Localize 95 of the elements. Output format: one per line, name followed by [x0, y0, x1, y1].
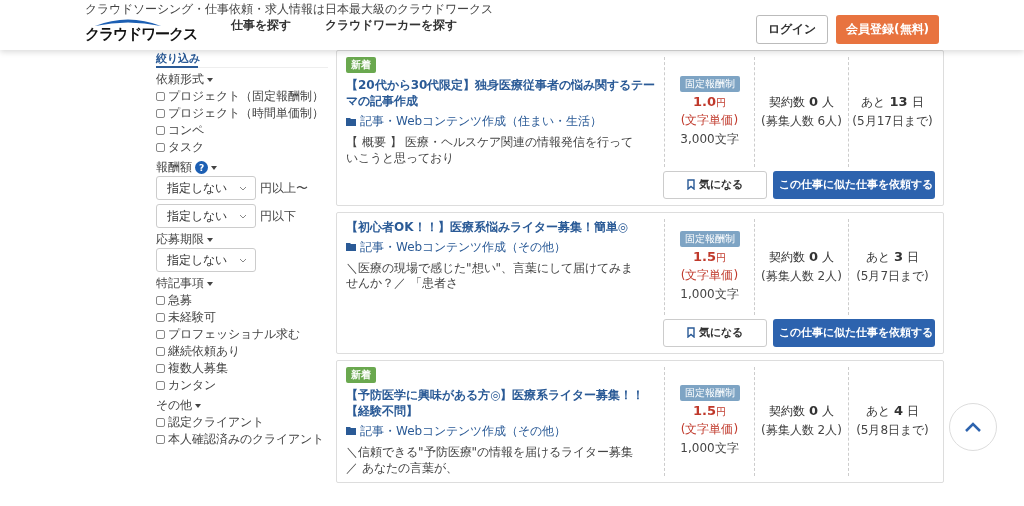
- job-title[interactable]: 【予防医学に興味がある方◎】医療系ライター募集！！【経験不問】: [346, 386, 658, 419]
- filter-checkbox[interactable]: 急募: [156, 292, 328, 309]
- filter-section-title[interactable]: 応募期限: [156, 231, 204, 248]
- category-link[interactable]: 記事・Webコンテンツ作成（その他）: [360, 238, 567, 256]
- filter-checkbox[interactable]: 未経験可: [156, 309, 328, 326]
- caret-icon[interactable]: [207, 237, 213, 242]
- site-tagline: クラウドソーシング・仕事依頼・求人情報は日本最大級のクラウドワークス: [85, 1, 493, 18]
- checkbox[interactable]: [156, 418, 165, 427]
- word-count: 1,000文字: [680, 440, 739, 458]
- checkbox[interactable]: [156, 435, 165, 444]
- contract-count: 契約数 0 人: [768, 93, 834, 111]
- deadline-date: (5月8日まで): [856, 422, 929, 440]
- category-link[interactable]: 記事・Webコンテンツ作成（その他）: [360, 422, 567, 440]
- arc-icon: [93, 17, 163, 27]
- contract-count: 契約数 0 人: [768, 403, 834, 421]
- filter-checkbox[interactable]: コンペ: [156, 122, 328, 139]
- filter-checkbox[interactable]: 複数人募集: [156, 360, 328, 377]
- select-dropdown[interactable]: 指定しない: [156, 248, 256, 272]
- pay-type-tag: 固定報酬制: [679, 230, 740, 247]
- filter-section-title[interactable]: 報酬額: [156, 159, 192, 176]
- chevron-down-icon: [239, 185, 247, 191]
- contract-count: 契約数 0 人: [768, 248, 834, 266]
- new-badge: 新着: [346, 57, 376, 73]
- job-summary: ＼医療の現場で感じた"想い"、言葉にして届けてみませんか？／ 「患者さ: [346, 260, 635, 292]
- chevron-down-icon: [239, 213, 247, 219]
- recruit-count: (募集人数 2人): [761, 267, 842, 285]
- filter-section-title[interactable]: その他: [156, 397, 192, 414]
- word-count: 3,000文字: [680, 130, 739, 148]
- folder-icon: [346, 427, 356, 436]
- bookmark-button[interactable]: 気になる: [663, 170, 767, 199]
- site-logo[interactable]: クラウドワークス: [85, 17, 197, 44]
- new-badge: 新着: [346, 366, 376, 383]
- request-similar-button[interactable]: この仕事に似た仕事を依頼する: [773, 318, 935, 347]
- nav-link[interactable]: 仕事を探す: [231, 17, 291, 34]
- job-title[interactable]: 【初心者OK！！】医療系悩みライター募集！簡単◎: [346, 218, 658, 235]
- checkbox[interactable]: [156, 364, 165, 373]
- price: 1.5円: [693, 403, 726, 420]
- request-similar-button[interactable]: この仕事に似た仕事を依頼する: [773, 170, 935, 199]
- days-remaining: あと 4 日: [865, 403, 919, 421]
- deadline-date: (5月17日まで): [852, 112, 933, 130]
- unit-label: 円以下: [260, 207, 296, 225]
- deadline-date: (5月7日まで): [856, 267, 929, 285]
- price: 1.5円: [693, 248, 726, 265]
- filter-section-title[interactable]: 特記事項: [156, 275, 204, 292]
- word-count: 1,000文字: [680, 285, 739, 303]
- checkbox[interactable]: [156, 330, 165, 339]
- price-note: (文字単価): [680, 421, 739, 439]
- recruit-count: (募集人数 2人): [761, 422, 842, 440]
- price: 1.0円: [693, 93, 726, 110]
- folder-icon: [346, 117, 356, 126]
- filter-checkbox[interactable]: 認定クライアント: [156, 414, 328, 431]
- unit-label: 円以上〜: [260, 179, 308, 197]
- price-note: (文字単価): [680, 266, 739, 284]
- chevron-up-icon: [964, 421, 982, 433]
- checkbox[interactable]: [156, 296, 165, 305]
- recruit-count: (募集人数 6人): [761, 112, 842, 130]
- filter-checkbox[interactable]: 本人確認済みのクライアント: [156, 431, 328, 448]
- select-dropdown[interactable]: 指定しない: [156, 176, 256, 200]
- checkbox[interactable]: [156, 92, 165, 101]
- nav-link[interactable]: クラウドワーカーを探す: [325, 17, 457, 34]
- category-link[interactable]: 記事・Webコンテンツ作成（住まい・生活）: [360, 113, 603, 131]
- job-title[interactable]: 【20代から30代限定】独身医療従事者の悩み関するテーマの記事作成: [346, 77, 658, 110]
- checkbox[interactable]: [156, 126, 165, 135]
- pay-type-tag: 固定報酬制: [679, 385, 740, 402]
- filter-checkbox[interactable]: プロジェクト（固定報酬制）: [156, 88, 328, 105]
- caret-icon[interactable]: [195, 403, 201, 408]
- days-remaining: あと 3 日: [865, 248, 919, 266]
- pay-type-tag: 固定報酬制: [679, 75, 740, 92]
- caret-icon[interactable]: [207, 77, 213, 82]
- caret-icon[interactable]: [207, 281, 213, 286]
- bookmark-button[interactable]: 気になる: [663, 318, 767, 347]
- filter-checkbox[interactable]: カンタン: [156, 377, 328, 394]
- checkbox[interactable]: [156, 381, 165, 390]
- days-remaining: あと 13 日: [861, 93, 924, 111]
- filter-checkbox[interactable]: タスク: [156, 139, 328, 156]
- checkbox[interactable]: [156, 143, 165, 152]
- price-note: (文字単価): [680, 111, 739, 129]
- checkbox[interactable]: [156, 109, 165, 118]
- checkbox[interactable]: [156, 313, 165, 322]
- job-summary: ＼信頼できる"予防医療"の情報を届けるライター募集／ あなたの言葉が、: [346, 444, 635, 477]
- filter-section-title[interactable]: 依頼形式: [156, 71, 204, 88]
- filter-checkbox[interactable]: プロフェッショナル求む: [156, 326, 328, 343]
- folder-icon: [346, 243, 356, 252]
- caret-icon[interactable]: [211, 165, 217, 170]
- filter-checkbox[interactable]: プロジェクト（時間単価制）: [156, 105, 328, 122]
- help-icon[interactable]: ?: [195, 161, 208, 174]
- filter-heading: 絞り込み: [156, 50, 328, 68]
- bookmark-icon: [687, 179, 695, 191]
- job-summary: 【 概要 】 医療・ヘルスケア関連の情報発信を行っていこうと思っており: [346, 135, 635, 167]
- bookmark-icon: [687, 327, 695, 339]
- select-dropdown[interactable]: 指定しない: [156, 204, 256, 228]
- chevron-down-icon: [239, 257, 247, 263]
- filter-checkbox[interactable]: 継続依頼あり: [156, 343, 328, 360]
- login-button[interactable]: ログイン: [756, 15, 829, 44]
- checkbox[interactable]: [156, 347, 165, 356]
